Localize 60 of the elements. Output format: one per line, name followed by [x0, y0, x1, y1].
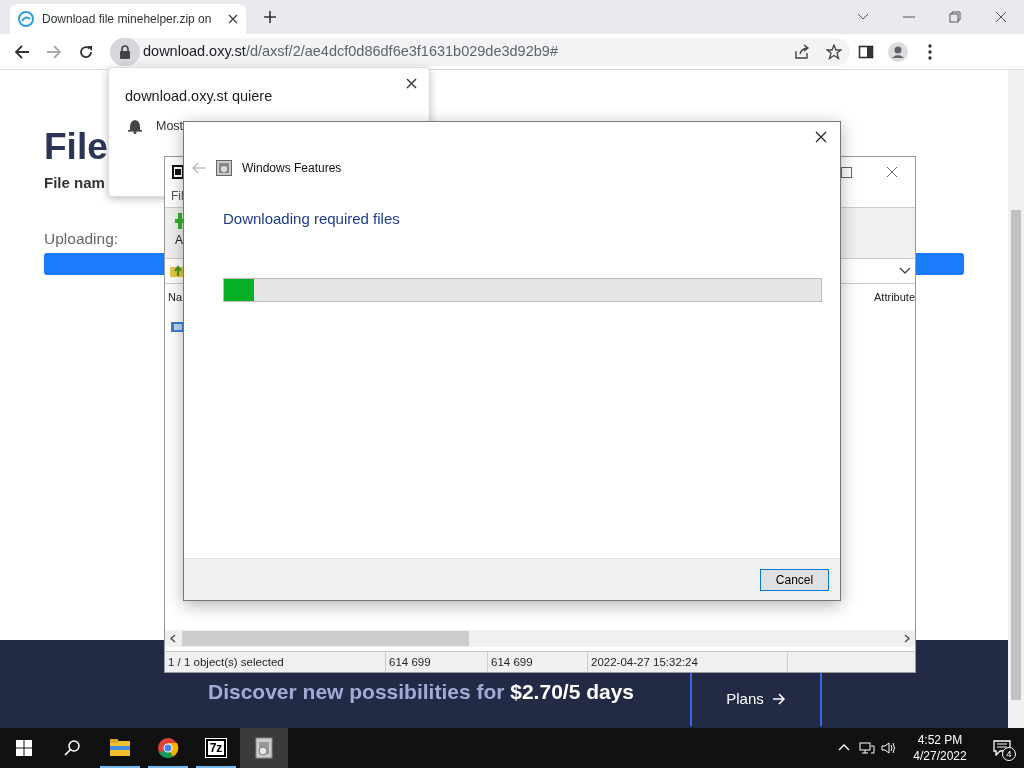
url-text: download.oxy.st/d/axsf/2/ae4dcf0d86df6e3f1631b029de3d92b9# [143, 41, 558, 61]
file-name-label: File nam [44, 173, 105, 193]
arrow-right-icon [771, 693, 786, 705]
taskbar-app[interactable]: 7z [192, 728, 240, 768]
plus-icon [175, 213, 185, 229]
toolbar-button[interactable]: A [175, 234, 183, 246]
tab-title: Download file minehelper.zip on [42, 11, 213, 28]
close-icon[interactable] [228, 14, 238, 24]
dialog-heading: Downloading required files [223, 209, 401, 229]
status-text: 2022-04-27 15:32:24 [588, 652, 788, 672]
dialog-title: Windows Features [242, 160, 342, 177]
folder-up-icon[interactable] [170, 264, 184, 278]
taskbar-app[interactable] [240, 728, 288, 768]
status-text: 614 699 [386, 652, 488, 672]
folder-icon [109, 737, 131, 759]
site-icon [18, 11, 34, 27]
features-app-icon [253, 737, 275, 759]
profile-icon [888, 41, 908, 62]
close-icon [815, 131, 827, 143]
close-icon [886, 166, 898, 178]
features-app-icon [216, 160, 232, 176]
scrollbar[interactable] [1008, 70, 1024, 728]
notification-text: Most [156, 117, 184, 135]
notification-title: download.oxy.st quiere [125, 87, 273, 106]
forward-arrow-icon [46, 43, 62, 60]
address-bar[interactable]: download.oxy.st/d/axsf/2/ae4dcf0d86df6e3f1631b029de3d92b9# [110, 37, 850, 66]
close-icon[interactable] [406, 78, 417, 89]
menu-item[interactable]: Fil [171, 189, 184, 203]
windows-logo-icon [16, 740, 32, 756]
cancel-button[interactable]: Cancel [760, 568, 829, 591]
back-arrow-icon [14, 43, 30, 60]
action-center-button[interactable]: 4 [980, 728, 1024, 768]
star-icon [826, 43, 842, 60]
promo-text: Discover new possibilities for $2.70/5 days [208, 679, 635, 705]
share-icon [794, 43, 810, 60]
message-icon [993, 740, 1011, 756]
menu-icon [928, 43, 932, 60]
bell-icon [128, 118, 142, 134]
side-panel-icon [858, 43, 874, 60]
restore-icon [948, 10, 962, 24]
column-header[interactable]: Na [168, 288, 183, 306]
search-icon [64, 740, 80, 756]
reload-icon [78, 43, 94, 60]
browser-tab[interactable]: Download file minehelper.zip on [10, 4, 246, 34]
column-header[interactable]: Attribute [874, 288, 915, 306]
network-icon [859, 741, 875, 755]
upload-label: Uploading: [44, 228, 119, 249]
lock-icon [119, 44, 131, 59]
speaker-icon [881, 741, 897, 755]
maximize-icon [840, 166, 852, 178]
status-text: 614 699 [488, 652, 588, 672]
scrollbar-thumb[interactable] [182, 631, 469, 646]
notification-count-badge: 4 [1002, 747, 1016, 761]
chevron-down-icon[interactable] [899, 267, 911, 275]
chrome-icon [157, 737, 179, 759]
plus-icon [263, 10, 277, 24]
close-icon [994, 10, 1008, 24]
page-heading: File [44, 128, 108, 165]
status-text: 1 / 1 object(s) selected [165, 652, 386, 672]
clock[interactable]: 4:52 PM 4/27/2022 [900, 728, 980, 768]
